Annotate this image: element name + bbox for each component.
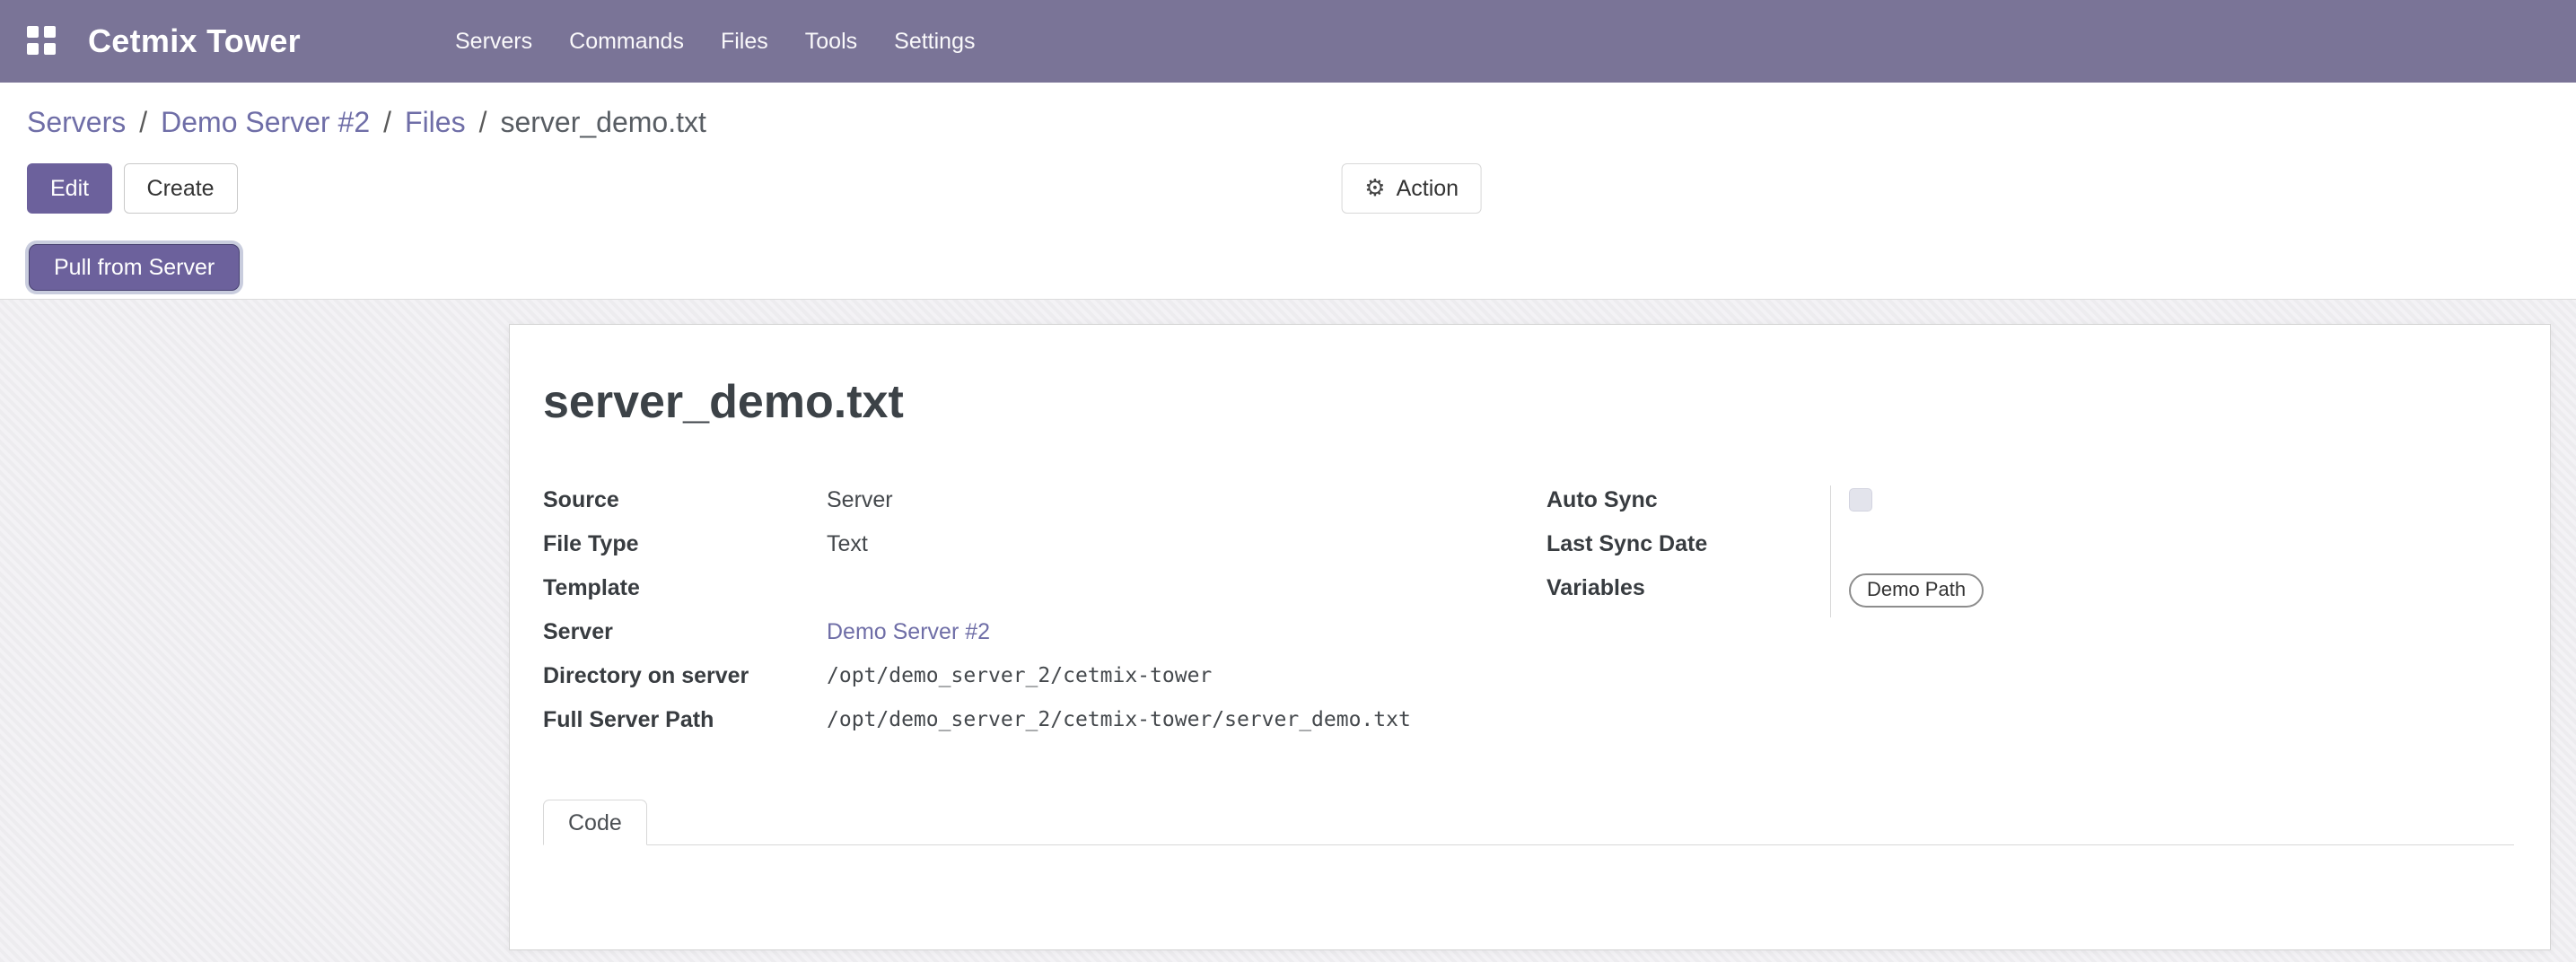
field-row-file-type: File Type Text	[543, 529, 1511, 573]
breadcrumb-separator: /	[139, 106, 147, 139]
field-label: Directory on server	[543, 661, 827, 690]
button-row: Edit Create ⚙ Action	[27, 163, 2549, 214]
record-title: server_demo.txt	[543, 376, 2514, 428]
nav-item-commands[interactable]: Commands	[569, 29, 684, 55]
nav-item-settings[interactable]: Settings	[894, 29, 975, 55]
field-row-variables: Variables Demo Path	[1546, 573, 2514, 617]
field-label: Full Server Path	[543, 705, 827, 734]
field-label: Server	[543, 617, 827, 646]
field-value-cell: Demo Path	[1830, 573, 2514, 617]
apps-grid-square	[44, 43, 56, 55]
form-sheet: server_demo.txt Source Server File Type …	[509, 324, 2551, 950]
nav-item-tools[interactable]: Tools	[805, 29, 857, 55]
field-value	[1830, 529, 2514, 573]
content-area: server_demo.txt Source Server File Type …	[0, 299, 2576, 962]
apps-grid-square	[27, 26, 39, 38]
notebook: Code	[543, 800, 2514, 845]
breadcrumb-separator: /	[383, 106, 391, 139]
app-brand[interactable]: Cetmix Tower	[88, 22, 301, 60]
action-menu-label: Action	[1397, 176, 1459, 202]
create-button[interactable]: Create	[124, 163, 238, 214]
field-label: File Type	[543, 529, 827, 558]
field-value-cell	[1830, 485, 2514, 529]
breadcrumb: Servers / Demo Server #2 / Files / serve…	[27, 101, 2549, 144]
apps-menu-icon[interactable]	[27, 26, 57, 57]
breadcrumb-separator: /	[479, 106, 487, 139]
field-value: Text	[827, 529, 1511, 558]
field-row-template: Template	[543, 573, 1511, 617]
field-label: Source	[543, 485, 827, 514]
navbar-menu: Servers Commands Files Tools Settings	[455, 29, 975, 55]
field-row-full-path: Full Server Path /opt/demo_server_2/cetm…	[543, 705, 1511, 749]
main-navbar: Cetmix Tower Servers Commands Files Tool…	[0, 0, 2576, 83]
nav-item-files[interactable]: Files	[721, 29, 768, 55]
gear-icon: ⚙	[1364, 175, 1385, 202]
field-label: Template	[543, 573, 827, 602]
field-row-server: Server Demo Server #2	[543, 617, 1511, 661]
server-link[interactable]: Demo Server #2	[827, 617, 1511, 646]
apps-grid-square	[27, 43, 39, 55]
pull-from-server-button[interactable]: Pull from Server	[29, 244, 240, 291]
field-group-left: Source Server File Type Text Template Se…	[543, 485, 1511, 749]
breadcrumb-link-files[interactable]: Files	[405, 106, 466, 139]
field-row-auto-sync: Auto Sync	[1546, 485, 2514, 529]
field-label: Last Sync Date	[1546, 529, 1830, 558]
breadcrumb-link-demo-server[interactable]: Demo Server #2	[161, 106, 370, 139]
control-panel: Servers / Demo Server #2 / Files / serve…	[0, 83, 2576, 299]
field-value: /opt/demo_server_2/cetmix-tower	[827, 661, 1511, 690]
variable-tag-demo-path[interactable]: Demo Path	[1849, 573, 1984, 608]
field-label: Variables	[1546, 573, 1830, 602]
field-value: Server	[827, 485, 1511, 514]
field-row-directory: Directory on server /opt/demo_server_2/c…	[543, 661, 1511, 705]
nav-item-servers[interactable]: Servers	[455, 29, 532, 55]
field-row-last-sync-date: Last Sync Date	[1546, 529, 2514, 573]
tab-code[interactable]: Code	[543, 800, 647, 845]
breadcrumb-link-servers[interactable]: Servers	[27, 106, 126, 139]
tab-row: Code	[543, 800, 2514, 845]
field-value: /opt/demo_server_2/cetmix-tower/server_d…	[827, 705, 1511, 734]
auto-sync-checkbox[interactable]	[1849, 488, 1872, 512]
pull-from-server-row: Pull from Server	[27, 244, 2549, 291]
apps-grid-square	[44, 26, 56, 38]
field-row-source: Source Server	[543, 485, 1511, 529]
field-label: Auto Sync	[1546, 485, 1830, 514]
field-group-right: Auto Sync Last Sync Date Variables Demo …	[1546, 485, 2514, 749]
field-groups: Source Server File Type Text Template Se…	[543, 485, 2514, 749]
edit-button[interactable]: Edit	[27, 163, 112, 214]
action-menu-button[interactable]: ⚙ Action	[1341, 163, 1482, 214]
breadcrumb-current: server_demo.txt	[500, 106, 705, 139]
